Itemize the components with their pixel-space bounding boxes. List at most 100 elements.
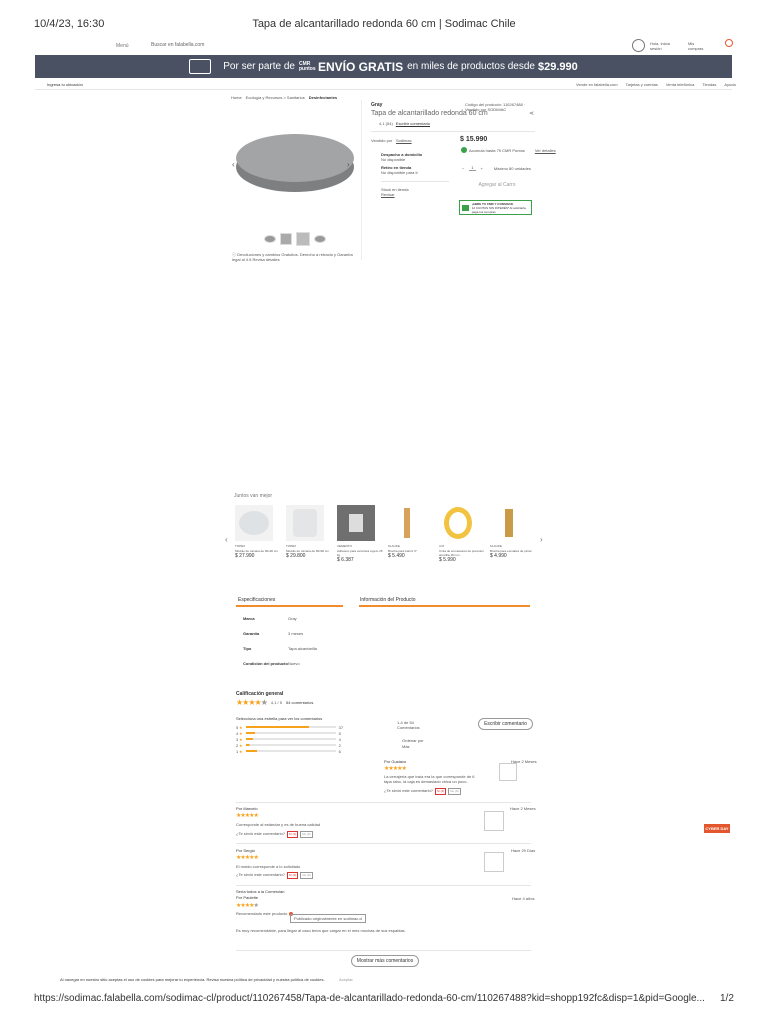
sort-select[interactable]: Más bbox=[402, 744, 410, 749]
spec-row: Garantía 3 meses bbox=[243, 631, 343, 646]
cmr-points: Acumula hasta 79 CMR Puntos Ver detalles bbox=[461, 147, 556, 153]
review-extra-title: Sería todos a la Comercian bbox=[236, 889, 285, 894]
recommendations-list: TOPEX Módulo de cámara de 60x30 cm $ 27.… bbox=[235, 505, 538, 563]
add-to-cart-button[interactable]: Agregar al Carro bbox=[460, 179, 534, 191]
search-input[interactable]: Buscar en falabella.com bbox=[151, 42, 204, 48]
recommendation-card[interactable]: TOPEX Módulo de cámara de 60x60 cm $ 29.… bbox=[286, 505, 334, 563]
product-image[interactable] bbox=[236, 134, 354, 196]
review-date: Hace 29 Días bbox=[511, 848, 536, 853]
quantity-stepper[interactable]: − 1 + Máximo 80 unidades bbox=[462, 165, 531, 171]
product-brand[interactable]: Gray bbox=[371, 102, 382, 108]
recommendation-card[interactable]: CEMENTO Adhesivo para cerámica Ligero 25… bbox=[337, 505, 385, 563]
breadcrumb-category[interactable]: Ecología y Recursos > Sanitarios bbox=[246, 95, 305, 100]
subnav-help[interactable]: Ayuda bbox=[724, 82, 735, 87]
thumbnail-1[interactable] bbox=[264, 235, 276, 243]
write-review-button[interactable]: Escribir comentario bbox=[478, 718, 533, 730]
thumbnail-strip bbox=[264, 232, 326, 246]
subnav-phone[interactable]: Venta telefónica bbox=[666, 82, 694, 87]
image-next-arrow[interactable]: › bbox=[347, 160, 350, 169]
review-helpful: ¿Te sirvió este comentario? Sí (2) No (0) bbox=[384, 788, 461, 795]
delivery-divider bbox=[381, 181, 449, 182]
recommendation-price: $ 5.990 bbox=[439, 557, 456, 563]
share-icon[interactable]: ⋖ bbox=[529, 110, 534, 117]
review-photo[interactable] bbox=[484, 852, 504, 872]
quantity-value[interactable]: 1 bbox=[469, 165, 476, 171]
rating-stars: ★★★★★ bbox=[236, 698, 268, 707]
user-icon[interactable] bbox=[632, 39, 645, 52]
recommendation-card[interactable]: 3 M Cinta de enmascarar de precisión ama… bbox=[439, 505, 487, 563]
rating-bar-row[interactable]: 1 ★ 6 bbox=[236, 748, 343, 754]
recommendation-card[interactable]: KLAUKE Brocha para barniz 3" $ 5.490 bbox=[388, 505, 436, 563]
thumbnail-2[interactable] bbox=[280, 233, 292, 245]
sort-label: Ordenar por bbox=[402, 738, 424, 743]
product-rating[interactable]: 4,1 (54) Escribir comentario bbox=[379, 121, 430, 126]
reviews-title: Calificación general bbox=[236, 691, 284, 697]
spec-value: Tapa alcantarilla bbox=[288, 646, 317, 651]
subnav-links: Vende en falabella.com Tarjetas y cuenta… bbox=[576, 82, 736, 87]
review-date: Hace 2 Meses bbox=[510, 806, 536, 811]
cyber-day-badge[interactable]: CYBER DAY bbox=[702, 813, 732, 843]
spec-label: Marca bbox=[243, 616, 255, 621]
write-review-link[interactable]: Escribir comentario bbox=[396, 121, 430, 126]
cookie-accept-button[interactable]: Aceptar bbox=[339, 977, 353, 982]
recommendation-card[interactable]: KLAUKE Brocha para esmaltes de pintar $ … bbox=[490, 505, 538, 563]
subnav-cards[interactable]: Tarjetas y cuentas bbox=[626, 82, 658, 87]
thumbnail-3[interactable] bbox=[296, 232, 310, 246]
subnav-sell[interactable]: Vende en falabella.com bbox=[576, 82, 618, 87]
review-text: La cerrajería que traía era la que corre… bbox=[384, 774, 475, 784]
tab-specs[interactable]: Especificaciones bbox=[238, 597, 275, 603]
brush-icon bbox=[404, 508, 410, 538]
returns-note: ⓘ Devoluciones y cambios Gratuitos. Dere… bbox=[232, 252, 353, 262]
recommendation-name: Cinta de enmascarar de precisión amarill… bbox=[439, 549, 484, 557]
cmr-points-icon bbox=[461, 147, 467, 153]
review-author: Por Sergio bbox=[236, 848, 255, 853]
review-text: El moldo corresponde a lo solicitado bbox=[236, 864, 301, 869]
tape-icon bbox=[444, 507, 472, 539]
cart-icon[interactable] bbox=[725, 39, 733, 47]
breadcrumb-home[interactable]: Home bbox=[231, 95, 242, 100]
login-link[interactable]: Hola, Inicia sesión bbox=[650, 41, 672, 51]
cmr-promo-text: ¡ABRE TU CMR Y CONSIGUE 12 CUOTAS SIN IN… bbox=[471, 201, 527, 214]
location-link[interactable]: Ingresa tu ubicación bbox=[47, 82, 83, 87]
review-date: Hace 4 años bbox=[512, 896, 535, 901]
show-more-reviews-button[interactable]: Mostrar más comentarios bbox=[351, 955, 419, 967]
image-prev-arrow[interactable]: ‹ bbox=[232, 160, 235, 169]
delivery-block: Despacho a domicilio No disponible Retir… bbox=[381, 152, 449, 197]
review-stars: ★★★★★ bbox=[236, 855, 259, 861]
spec-value: Nuevo bbox=[288, 661, 300, 666]
helpful-yes-button[interactable]: Sí (2) bbox=[434, 788, 447, 795]
seller-link[interactable]: Sodimac bbox=[396, 138, 412, 143]
helpful-yes-button[interactable]: Sí (2) bbox=[286, 872, 299, 879]
quantity-decrease[interactable]: − bbox=[462, 166, 464, 171]
recommendations-next[interactable]: › bbox=[540, 535, 543, 544]
free-shipping-banner[interactable]: Por ser parte de CMR puntos ENVÍO GRATIS… bbox=[35, 55, 732, 78]
review-photo[interactable] bbox=[484, 811, 504, 831]
title-divider bbox=[371, 131, 535, 132]
helpful-no-button[interactable]: No (0) bbox=[300, 872, 313, 879]
thumbnail-4[interactable] bbox=[314, 235, 326, 243]
helpful-yes-button[interactable]: Sí (2) bbox=[286, 831, 299, 838]
cmr-promo[interactable]: ¡ABRE TU CMR Y CONSIGUE 12 CUOTAS SIN IN… bbox=[459, 200, 532, 215]
review-photo[interactable] bbox=[499, 763, 517, 781]
subnav-stores[interactable]: Tiendas bbox=[702, 82, 716, 87]
subnav-divider bbox=[35, 89, 732, 90]
spec-label: Tipo bbox=[243, 646, 252, 651]
helpful-no-button[interactable]: No (0) bbox=[448, 788, 461, 795]
menu-button[interactable]: Menú bbox=[116, 43, 129, 49]
tube-icon bbox=[293, 509, 317, 537]
recommendation-price: $ 6.387 bbox=[337, 557, 354, 563]
cmr-points-details[interactable]: Ver detalles bbox=[535, 148, 556, 153]
recommendation-price: $ 29.800 bbox=[286, 553, 306, 559]
recommendation-card[interactable]: TOPEX Módulo de cámara de 60x30 cm $ 27.… bbox=[235, 505, 283, 563]
tab-product-info[interactable]: Información del Producto bbox=[360, 597, 416, 603]
spec-row: Condición del producto Nuevo bbox=[243, 661, 343, 676]
my-orders-link[interactable]: Mis compras bbox=[688, 41, 710, 51]
quantity-increase[interactable]: + bbox=[481, 166, 483, 171]
helpful-no-button[interactable]: No (0) bbox=[300, 831, 313, 838]
cmr-points-text: Acumula hasta 79 CMR Puntos bbox=[469, 147, 525, 153]
product-thumbnail bbox=[235, 505, 273, 541]
recommendations-prev[interactable]: ‹ bbox=[225, 535, 228, 544]
review-author: Por Paulette bbox=[236, 895, 259, 900]
stock-link[interactable]: Revisar bbox=[381, 192, 449, 197]
recommendation-price: $ 4.990 bbox=[490, 553, 507, 559]
